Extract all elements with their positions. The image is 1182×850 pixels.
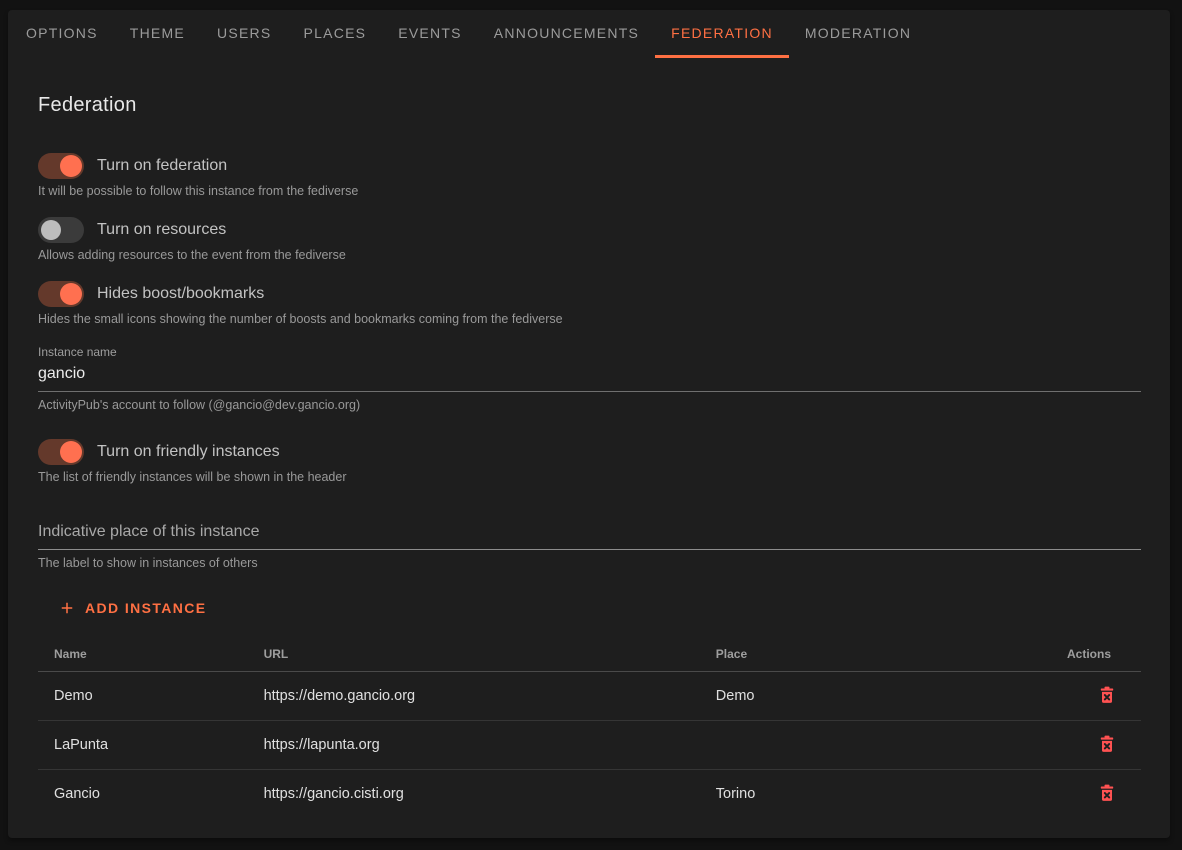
instance-place-cell [700, 721, 1014, 770]
delete-instance-button[interactable] [1095, 732, 1119, 759]
column-header-actions: Actions [1014, 637, 1141, 672]
resources-toggle-label[interactable]: Turn on resources [97, 221, 226, 239]
table-row: Demo https://demo.gancio.org Demo [38, 672, 1141, 721]
plus-icon [58, 599, 76, 617]
column-header-name: Name [38, 637, 248, 672]
hide-boosts-toggle[interactable] [38, 281, 84, 307]
instance-name-hint: ActivityPub's account to follow (@gancio… [38, 398, 1141, 413]
table-header-row: Name URL Place Actions [38, 637, 1141, 672]
trash-delete-icon [1097, 685, 1117, 708]
tab-moderation[interactable]: MODERATION [789, 10, 927, 58]
admin-settings-card: OPTIONS THEME USERS PLACES EVENTS ANNOUN… [8, 10, 1170, 838]
instance-name-cell: Demo [38, 672, 248, 721]
tab-users[interactable]: USERS [201, 10, 287, 58]
column-header-place: Place [700, 637, 1014, 672]
friendly-instances-toggle-label[interactable]: Turn on friendly instances [97, 443, 280, 461]
instance-place-cell: Torino [700, 770, 1014, 819]
column-header-url: URL [248, 637, 700, 672]
table-row: LaPunta https://lapunta.org [38, 721, 1141, 770]
setting-friendly-instances: Turn on friendly instances The list of f… [38, 439, 1141, 485]
table-row: Gancio https://gancio.cisti.org Torino [38, 770, 1141, 819]
federation-settings-panel: Federation Turn on federation It will be… [8, 58, 1170, 818]
setting-turn-on-federation: Turn on federation It will be possible t… [38, 153, 1141, 199]
delete-instance-button[interactable] [1095, 683, 1119, 710]
hide-boosts-toggle-hint: Hides the small icons showing the number… [38, 312, 1141, 327]
page-title: Federation [38, 94, 1141, 117]
federation-toggle-hint: It will be possible to follow this insta… [38, 184, 1141, 199]
hide-boosts-toggle-label[interactable]: Hides boost/bookmarks [97, 285, 264, 303]
setting-hide-boosts: Hides boost/bookmarks Hides the small ic… [38, 281, 1141, 327]
friendly-instances-toggle-hint: The list of friendly instances will be s… [38, 470, 1141, 485]
instances-table: Name URL Place Actions Demo https://demo… [38, 637, 1141, 818]
instance-place-field-group: The label to show in instances of others [38, 521, 1141, 571]
tab-theme[interactable]: THEME [114, 10, 201, 58]
delete-instance-button[interactable] [1095, 781, 1119, 808]
admin-tabbar: OPTIONS THEME USERS PLACES EVENTS ANNOUN… [8, 10, 1170, 58]
add-instance-button[interactable]: ADD INSTANCE [50, 595, 215, 621]
trash-delete-icon [1097, 783, 1117, 806]
instance-name-cell: LaPunta [38, 721, 248, 770]
add-instance-button-label: ADD INSTANCE [85, 600, 207, 616]
instance-url-cell: https://gancio.cisti.org [248, 770, 700, 819]
trash-delete-icon [1097, 734, 1117, 757]
hide-boosts-toggle-thumb [60, 283, 82, 305]
tab-federation[interactable]: FEDERATION [655, 10, 789, 58]
resources-toggle[interactable] [38, 217, 84, 243]
instance-url-cell: https://lapunta.org [248, 721, 700, 770]
setting-turn-on-resources: Turn on resources Allows adding resource… [38, 217, 1141, 263]
instance-place-hint: The label to show in instances of others [38, 556, 1141, 571]
resources-toggle-hint: Allows adding resources to the event fro… [38, 248, 1141, 263]
tab-announcements[interactable]: ANNOUNCEMENTS [478, 10, 655, 58]
instance-place-cell: Demo [700, 672, 1014, 721]
tab-events[interactable]: EVENTS [382, 10, 478, 58]
friendly-instances-toggle-thumb [60, 441, 82, 463]
instance-name-field-group: Instance name ActivityPub's account to f… [38, 345, 1141, 413]
instance-name-label: Instance name [38, 345, 1141, 359]
instance-url-cell: https://demo.gancio.org [248, 672, 700, 721]
friendly-instances-toggle[interactable] [38, 439, 84, 465]
instance-place-input[interactable] [38, 521, 1141, 550]
federation-toggle-label[interactable]: Turn on federation [97, 157, 227, 175]
instance-name-cell: Gancio [38, 770, 248, 819]
federation-toggle[interactable] [38, 153, 84, 179]
tab-options[interactable]: OPTIONS [10, 10, 114, 58]
instance-name-input[interactable] [38, 359, 1141, 392]
federation-toggle-thumb [60, 155, 82, 177]
resources-toggle-thumb [41, 220, 61, 240]
tab-places[interactable]: PLACES [288, 10, 383, 58]
